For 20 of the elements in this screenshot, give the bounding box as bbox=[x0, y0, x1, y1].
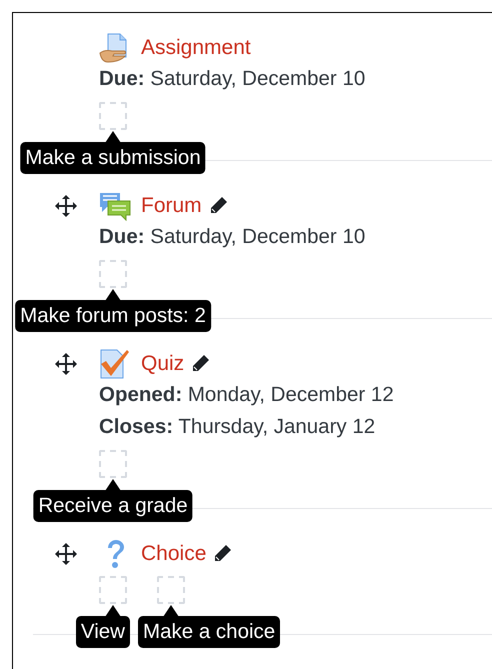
move-icon[interactable] bbox=[55, 353, 77, 375]
activity-link[interactable]: Choice bbox=[141, 542, 206, 566]
activity-link[interactable]: Quiz bbox=[141, 352, 184, 376]
activity-link[interactable]: Assignment bbox=[141, 36, 251, 60]
date-text: Opened: Monday, December 12 bbox=[99, 382, 395, 408]
date-text: Due: Saturday, December 10 bbox=[99, 66, 366, 92]
edit-icon[interactable] bbox=[212, 544, 232, 564]
completion-checkbox[interactable] bbox=[99, 102, 127, 130]
move-icon[interactable] bbox=[55, 195, 77, 217]
quiz-icon bbox=[99, 349, 131, 379]
completion-checkbox[interactable] bbox=[99, 576, 127, 604]
activity-link[interactable]: Forum bbox=[141, 194, 202, 218]
completion-checkbox[interactable] bbox=[157, 576, 185, 604]
move-icon[interactable] bbox=[55, 543, 77, 565]
forum-icon bbox=[99, 191, 131, 221]
date-text: Closes: Thursday, January 12 bbox=[99, 414, 376, 440]
edit-icon[interactable] bbox=[190, 354, 210, 374]
completion-checkbox[interactable] bbox=[99, 450, 127, 478]
completion-checkbox[interactable] bbox=[99, 260, 127, 288]
date-text: Due: Saturday, December 10 bbox=[99, 224, 366, 250]
